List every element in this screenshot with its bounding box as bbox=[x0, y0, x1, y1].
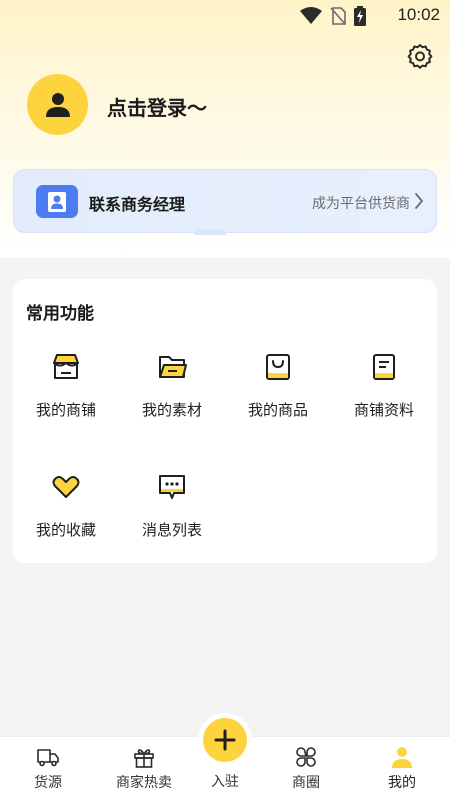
join-label: 入驻 bbox=[211, 774, 239, 790]
common-functions-card: 常用功能 我的商铺 我的素材 我的商品 商铺资料 我的收藏 消息列表 bbox=[13, 279, 437, 563]
person-icon bbox=[45, 92, 70, 117]
shopping-bag-icon bbox=[266, 354, 290, 380]
chevron-right-icon bbox=[415, 193, 424, 209]
settings-button[interactable] bbox=[406, 42, 434, 70]
person-icon bbox=[392, 747, 412, 768]
contact-title: 联系商务经理 bbox=[89, 195, 186, 214]
contact-icon-box bbox=[36, 185, 78, 218]
wifi-icon bbox=[300, 7, 322, 24]
battery-charging-icon bbox=[354, 6, 366, 26]
function-label: 商铺资料 bbox=[353, 401, 414, 419]
nav-item-mine[interactable]: 我的 bbox=[357, 737, 447, 800]
function-shop-info[interactable]: 商铺资料 bbox=[331, 351, 437, 441]
user-badge-icon bbox=[48, 191, 66, 212]
function-my-products[interactable]: 我的商品 bbox=[225, 351, 331, 441]
function-label: 我的收藏 bbox=[35, 521, 96, 539]
status-bar: 10:02 bbox=[0, 0, 450, 32]
contact-manager-card[interactable]: 联系商务经理 成为平台供货商 bbox=[13, 169, 437, 233]
status-time: 10:02 bbox=[397, 5, 440, 24]
nav-label: 货源 bbox=[34, 775, 62, 791]
nav-item-hot-sales[interactable]: 商家热卖 bbox=[99, 737, 189, 800]
folder-icon bbox=[159, 356, 187, 378]
function-my-shop[interactable]: 我的商铺 bbox=[13, 351, 119, 441]
avatar[interactable] bbox=[27, 74, 88, 135]
gear-icon bbox=[407, 44, 433, 69]
section-title: 常用功能 bbox=[26, 304, 94, 324]
card-decoration bbox=[194, 229, 226, 235]
shop-icon bbox=[53, 354, 79, 379]
function-message-list[interactable]: 消息列表 bbox=[119, 471, 225, 561]
gift-icon bbox=[134, 749, 154, 768]
function-label: 我的素材 bbox=[141, 401, 202, 419]
circles-icon bbox=[296, 747, 316, 767]
message-icon bbox=[159, 475, 185, 499]
truck-icon bbox=[37, 749, 59, 767]
document-icon bbox=[373, 354, 395, 380]
nav-label: 商圈 bbox=[292, 775, 320, 791]
nav-label: 我的 bbox=[388, 775, 416, 791]
nav-label: 商家热卖 bbox=[116, 775, 172, 791]
function-my-materials[interactable]: 我的素材 bbox=[119, 351, 225, 441]
function-label: 我的商铺 bbox=[35, 401, 96, 419]
join-button[interactable] bbox=[203, 718, 247, 762]
heart-icon bbox=[52, 476, 80, 498]
status-icons bbox=[300, 6, 366, 26]
contact-action-text: 成为平台供货商 bbox=[312, 196, 410, 212]
function-label: 消息列表 bbox=[141, 521, 202, 539]
function-label: 我的商品 bbox=[247, 401, 308, 419]
function-my-favorites[interactable]: 我的收藏 bbox=[13, 471, 119, 561]
nav-item-sources[interactable]: 货源 bbox=[3, 737, 93, 800]
no-sim-icon bbox=[330, 7, 346, 25]
nav-item-business-circle[interactable]: 商圈 bbox=[261, 737, 351, 800]
login-link[interactable]: 点击登录～ bbox=[107, 92, 207, 121]
plus-icon bbox=[214, 729, 236, 751]
